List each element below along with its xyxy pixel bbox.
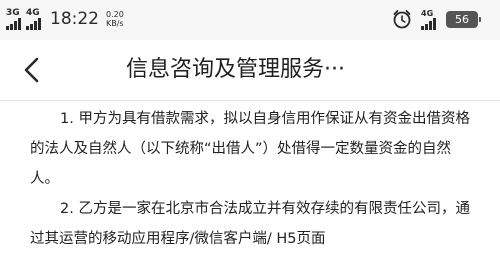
signal-bars-icon xyxy=(6,17,21,30)
chevron-left-icon xyxy=(24,57,39,83)
status-bar-left: 3G 4G 18:22 0.20 KB/s xyxy=(6,6,124,32)
right-network-label: 4G xyxy=(421,8,434,18)
network-speed: 0.20 KB/s xyxy=(106,10,124,28)
battery-icon: 56 xyxy=(446,10,481,28)
network-speed-value: 0.20 xyxy=(106,10,124,19)
agreement-paragraph-2: 2. 乙方是一家在北京市合法成立并有效存续的有限责任公司，通过其运营的移动应用程… xyxy=(30,201,470,247)
sim2-network-label: 4G xyxy=(26,7,40,18)
sim1-signal: 3G xyxy=(6,7,21,30)
agreement-content: 1. 甲方为具有借款需求，拟以自身信用作保证从有资金出借资格的法人及自然人（以下… xyxy=(30,104,470,254)
sim1-network-label: 3G xyxy=(6,7,20,18)
back-button[interactable] xyxy=(14,54,50,86)
alarm-clock-icon xyxy=(393,10,411,29)
sim2-signal: 4G xyxy=(26,7,41,30)
battery-level: 56 xyxy=(455,12,469,26)
page-title: 信息咨询及管理服务··· xyxy=(126,57,345,82)
status-time: 18:22 xyxy=(50,9,99,29)
agreement-paragraph-1: 1. 甲方为具有借款需求，拟以自身信用作保证从有资金出借资格的法人及自然人（以下… xyxy=(30,111,470,187)
status-bar: 3G 4G 18:22 0.20 KB/s 4G 56 xyxy=(0,0,500,40)
nav-bar: 信息咨询及管理服务··· xyxy=(0,40,500,101)
right-signal: 4G xyxy=(421,9,438,30)
signal-bars-icon xyxy=(421,17,436,30)
status-bar-right: 4G 56 xyxy=(391,6,481,32)
signal-bars-icon xyxy=(26,17,41,30)
network-speed-unit: KB/s xyxy=(106,19,124,28)
